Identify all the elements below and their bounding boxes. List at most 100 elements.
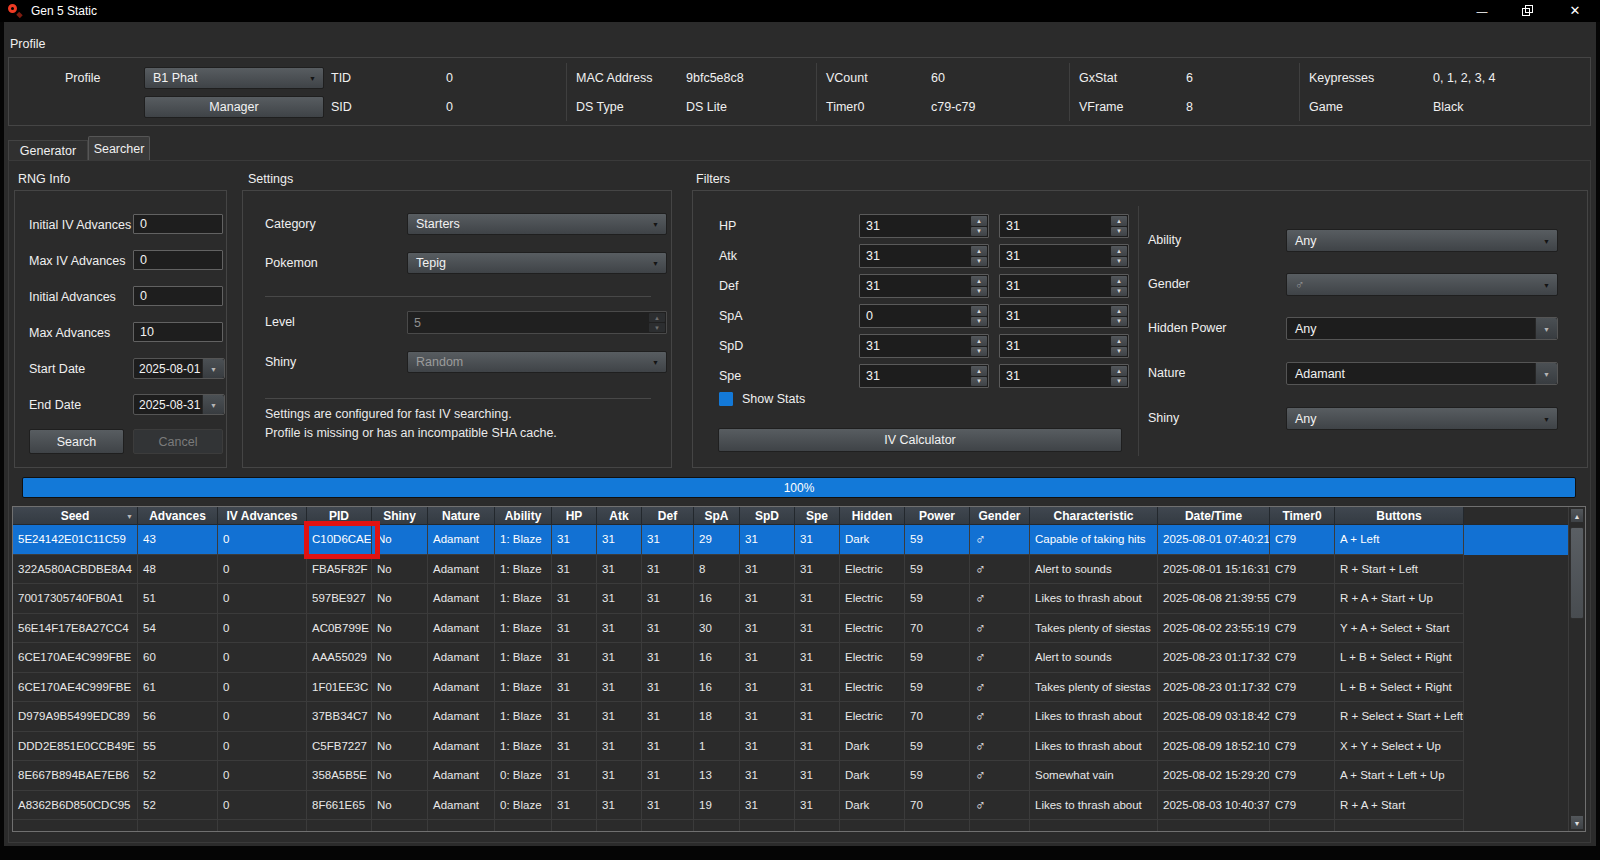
- table-cell[interactable]: Takes plenty of siestas: [1030, 614, 1158, 644]
- table-cell[interactable]: [1464, 525, 1585, 555]
- table-cell[interactable]: Adamant: [428, 791, 495, 821]
- pokemon-select[interactable]: Tepig: [407, 252, 667, 274]
- table-cell[interactable]: 59: [905, 584, 970, 614]
- table-cell[interactable]: 0: [218, 584, 307, 614]
- table-cell[interactable]: Y + A + Select + Start: [1335, 614, 1464, 644]
- rng-field-input[interactable]: 0: [133, 214, 223, 234]
- table-cell[interactable]: Electric: [840, 614, 905, 644]
- table-cell[interactable]: 597BE927: [307, 584, 372, 614]
- spin-down-icon[interactable]: [1111, 347, 1127, 357]
- table-cell[interactable]: [740, 820, 795, 832]
- search-button[interactable]: Search: [29, 429, 124, 454]
- table-cell[interactable]: 31: [740, 555, 795, 585]
- table-cell[interactable]: 51: [138, 584, 218, 614]
- scroll-down-icon[interactable]: [1570, 815, 1584, 830]
- table-cell[interactable]: 1: Blaze: [495, 584, 552, 614]
- table-cell[interactable]: 13: [694, 761, 740, 791]
- table-cell[interactable]: 2025-08-08 21:39:55: [1158, 584, 1270, 614]
- table-cell[interactable]: R + Start + Left: [1335, 555, 1464, 585]
- table-cell[interactable]: 1: Blaze: [495, 525, 552, 555]
- table-cell[interactable]: 31: [740, 525, 795, 555]
- filter-nature-select[interactable]: Adamant: [1286, 362, 1558, 385]
- table-cell[interactable]: Electric: [840, 584, 905, 614]
- table-cell[interactable]: R + A + Start + Up: [1335, 584, 1464, 614]
- filter-ability-select[interactable]: Any: [1286, 229, 1558, 252]
- spin-down-icon[interactable]: [649, 323, 665, 332]
- header-cell[interactable]: Timer0: [1270, 507, 1335, 525]
- table-cell[interactable]: ♂: [970, 643, 1030, 673]
- table-cell[interactable]: 31: [642, 525, 694, 555]
- table-cell[interactable]: 61: [138, 673, 218, 703]
- table-cell[interactable]: 31: [795, 555, 840, 585]
- table-cell[interactable]: [1030, 820, 1158, 832]
- table-cell[interactable]: 0: [218, 525, 307, 555]
- spin-down-icon[interactable]: [1111, 257, 1127, 267]
- table-cell[interactable]: Likes to thrash about: [1030, 702, 1158, 732]
- table-cell[interactable]: 31: [740, 584, 795, 614]
- table-cell[interactable]: Adamant: [428, 702, 495, 732]
- iv-min-spinbox[interactable]: 31: [859, 364, 989, 388]
- table-cell[interactable]: Dark: [840, 761, 905, 791]
- table-cell[interactable]: Capable of taking hits: [1030, 525, 1158, 555]
- table-cell[interactable]: 0: Blaze: [495, 761, 552, 791]
- header-cell[interactable]: Nature: [428, 507, 495, 525]
- table-cell[interactable]: C79: [1270, 614, 1335, 644]
- table-cell[interactable]: 31: [597, 702, 642, 732]
- table-cell[interactable]: 31: [642, 584, 694, 614]
- table-cell[interactable]: 322A580ACBDBE8A4: [13, 555, 138, 585]
- table-cell[interactable]: 31: [795, 643, 840, 673]
- table-cell[interactable]: DDD2E851E0CCB49E: [13, 732, 138, 762]
- table-cell[interactable]: Adamant: [428, 614, 495, 644]
- table-cell[interactable]: C79: [1270, 584, 1335, 614]
- table-cell[interactable]: C79: [1270, 643, 1335, 673]
- table-cell[interactable]: 31: [795, 761, 840, 791]
- table-cell[interactable]: AAA55029: [307, 643, 372, 673]
- menu-profile[interactable]: Profile: [10, 37, 45, 51]
- table-cell[interactable]: X + Y + Select + Up: [1335, 732, 1464, 762]
- table-cell[interactable]: 2025-08-23 01:17:32: [1158, 673, 1270, 703]
- table-cell[interactable]: 2025-08-02 23:55:19: [1158, 614, 1270, 644]
- table-cell[interactable]: 2025-08-09 18:52:10: [1158, 732, 1270, 762]
- iv-max-spinbox[interactable]: 31: [999, 334, 1129, 358]
- table-cell[interactable]: 31: [642, 702, 694, 732]
- table-cell[interactable]: No: [372, 525, 428, 555]
- table-cell[interactable]: 55: [138, 732, 218, 762]
- table-cell[interactable]: ♂: [970, 614, 1030, 644]
- table-cell[interactable]: 59: [905, 525, 970, 555]
- table-cell[interactable]: 59: [905, 761, 970, 791]
- table-cell[interactable]: [597, 820, 642, 832]
- table-cell[interactable]: L + B + Select + Right: [1335, 673, 1464, 703]
- tab-generator[interactable]: Generator: [8, 140, 88, 161]
- spin-up-icon[interactable]: [971, 216, 987, 226]
- table-cell[interactable]: 31: [795, 525, 840, 555]
- table-cell[interactable]: 31: [642, 614, 694, 644]
- table-cell[interactable]: 31: [795, 702, 840, 732]
- tab-searcher[interactable]: Searcher: [88, 136, 150, 161]
- table-cell[interactable]: [552, 820, 597, 832]
- table-cell[interactable]: [1464, 584, 1585, 614]
- table-cell[interactable]: Likes to thrash about: [1030, 584, 1158, 614]
- table-cell[interactable]: [138, 820, 218, 832]
- table-cell[interactable]: 1: Blaze: [495, 702, 552, 732]
- table-cell[interactable]: No: [372, 761, 428, 791]
- table-cell[interactable]: 8E667B894BAE7EB6: [13, 761, 138, 791]
- table-cell[interactable]: 31: [642, 673, 694, 703]
- rng-field-input[interactable]: 0: [133, 250, 223, 270]
- spin-down-icon[interactable]: [971, 257, 987, 267]
- table-cell[interactable]: Likes to thrash about: [1030, 791, 1158, 821]
- table-cell[interactable]: C79: [1270, 761, 1335, 791]
- table-cell[interactable]: 1: Blaze: [495, 673, 552, 703]
- table-row[interactable]: 8E667B894BAE7EB6520358A5B5ENoAdamant0: B…: [13, 761, 1585, 791]
- spin-up-icon[interactable]: [971, 306, 987, 316]
- table-cell[interactable]: 1: Blaze: [495, 614, 552, 644]
- table-cell[interactable]: Adamant: [428, 673, 495, 703]
- table-cell[interactable]: R + A + Start: [1335, 791, 1464, 821]
- table-cell[interactable]: [694, 820, 740, 832]
- table-cell[interactable]: 31: [597, 525, 642, 555]
- table-cell[interactable]: ♂: [970, 702, 1030, 732]
- table-cell[interactable]: 31: [795, 732, 840, 762]
- table-cell[interactable]: 0: [218, 732, 307, 762]
- spin-down-icon[interactable]: [971, 347, 987, 357]
- header-cell[interactable]: Ability: [495, 507, 552, 525]
- restore-button[interactable]: [1507, 0, 1549, 22]
